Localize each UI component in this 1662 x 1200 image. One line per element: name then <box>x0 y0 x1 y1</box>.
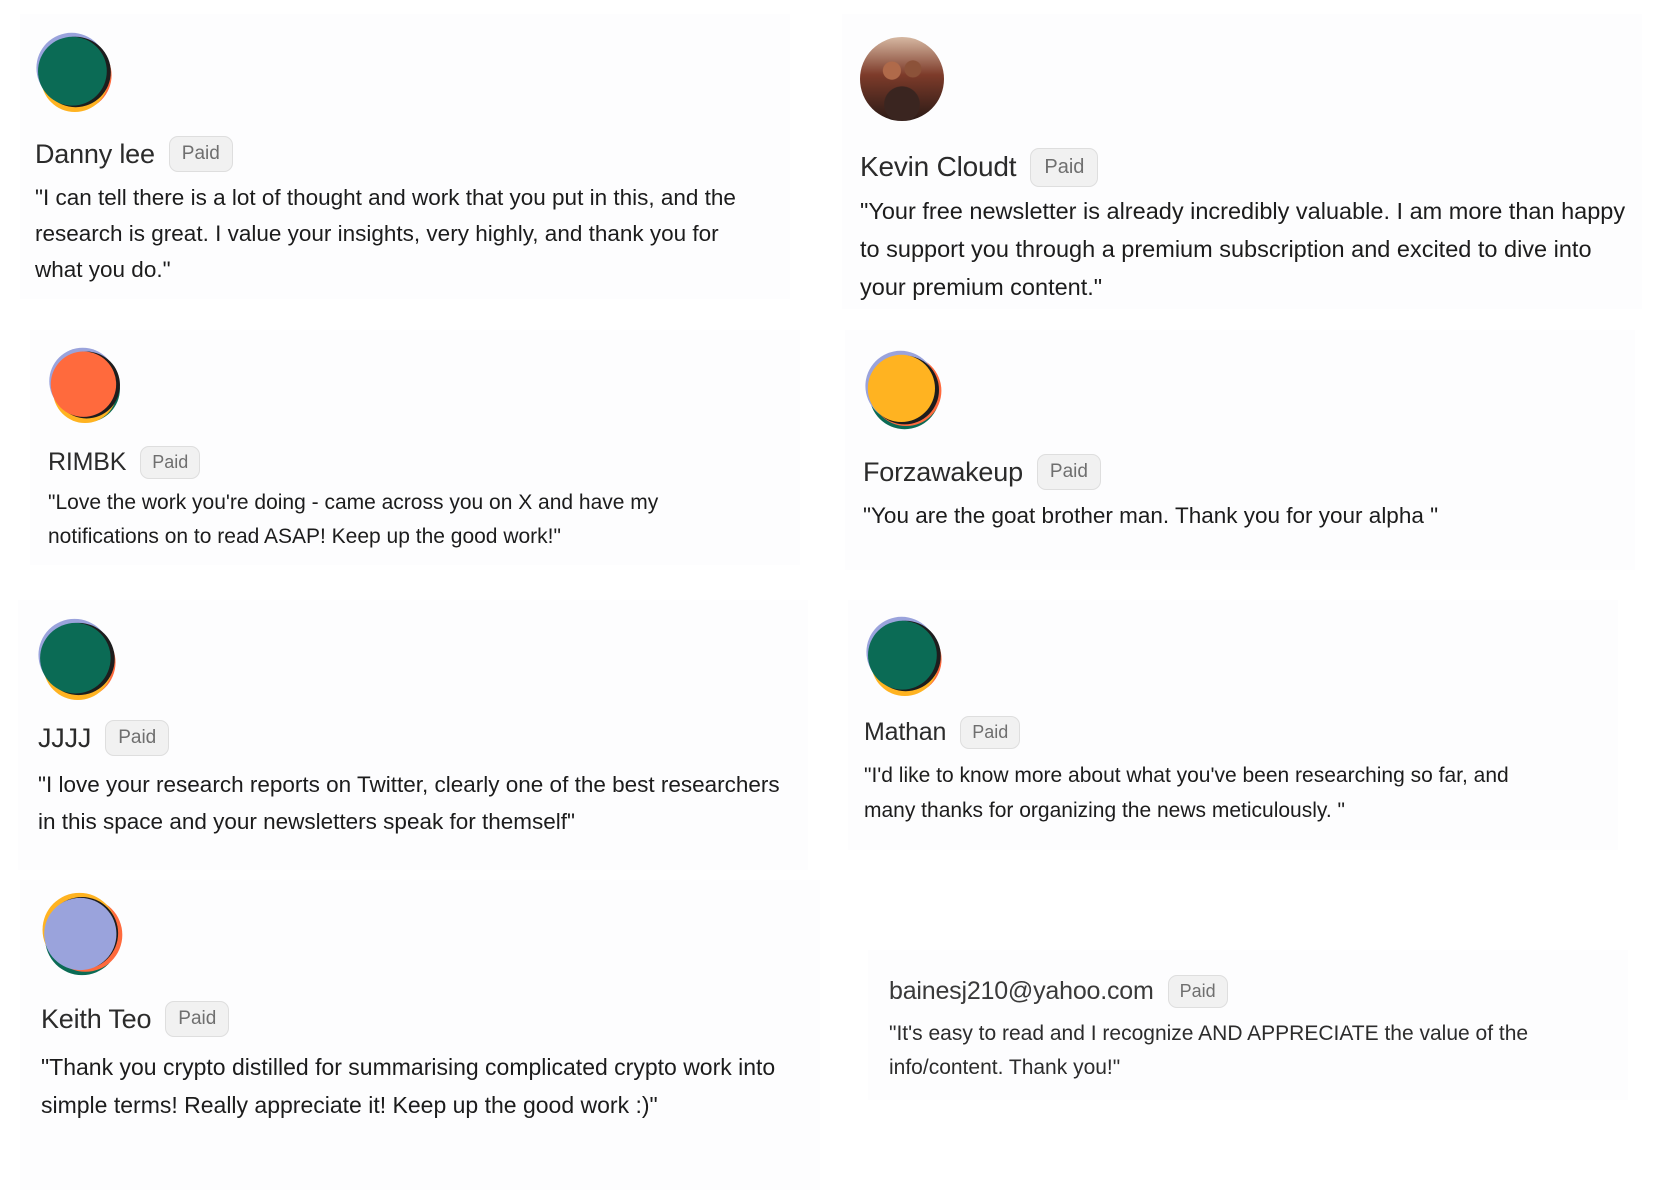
author-row: Mathan Paid <box>864 713 1021 751</box>
testimonial-card: Forzawakeup Paid "You are the goat broth… <box>845 330 1635 570</box>
paid-badge: Paid <box>1030 147 1099 187</box>
testimonial-quote: "You are the goat brother man. Thank you… <box>863 503 1439 528</box>
author-row: Danny lee Paid <box>35 134 233 174</box>
author-name: JJJJ <box>38 722 92 753</box>
testimonial-card: Danny lee Paid "I can tell there is a lo… <box>20 14 790 299</box>
author-email: bainesj210@yahoo.com <box>889 976 1154 1005</box>
testimonial-card: Keith Teo Paid "Thank you crypto distill… <box>20 880 820 1190</box>
yellow-green-logo-icon <box>863 350 943 430</box>
author-row: Keith Teo Paid <box>41 998 230 1040</box>
testimonial-quote: "It's easy to read and I recognize AND A… <box>889 1022 1529 1079</box>
lavender-orange-logo-icon <box>40 892 124 976</box>
author-row: Forzawakeup Paid <box>863 452 1101 492</box>
testimonial-quote: "I love your research reports on Twitter… <box>38 772 780 834</box>
paid-badge: Paid <box>960 715 1021 749</box>
testimonial-quote: "Love the work you're doing - came acros… <box>48 491 659 548</box>
orange-green-logo-icon <box>47 347 123 423</box>
testimonial-quote: "I can tell there is a lot of thought an… <box>35 185 736 282</box>
author-row: JJJJ Paid <box>38 718 170 758</box>
testimonial-card: bainesj210@yahoo.com Paid "It's easy to … <box>868 950 1628 1100</box>
author-name: Keith Teo <box>41 1003 152 1034</box>
green-orange-logo-icon <box>36 618 118 700</box>
testimonial-quote: "Thank you crypto distilled for summaris… <box>41 1054 776 1118</box>
author-row: Kevin Cloudt Paid <box>860 145 1099 189</box>
testimonial-quote: "I'd like to know more about what you've… <box>864 764 1509 822</box>
author-name: Mathan <box>864 717 947 746</box>
paid-badge: Paid <box>165 1001 230 1037</box>
paid-badge: Paid <box>168 136 233 172</box>
author-name: Danny lee <box>35 138 155 169</box>
paid-badge: Paid <box>1036 454 1101 490</box>
author-row: bainesj210@yahoo.com Paid <box>889 972 1228 1010</box>
author-name: Forzawakeup <box>863 456 1023 487</box>
green-orange-logo-icon <box>864 616 944 696</box>
paid-badge: Paid <box>140 445 201 479</box>
testimonial-card: Mathan Paid "I'd like to know more about… <box>848 600 1618 850</box>
author-name: Kevin Cloudt <box>860 151 1017 182</box>
author-row: RIMBK Paid <box>48 443 201 481</box>
green-orange-logo-icon <box>34 32 114 112</box>
testimonial-quote: "Your free newsletter is already incredi… <box>860 198 1626 300</box>
paid-badge: Paid <box>1167 974 1228 1008</box>
testimonial-card: Kevin Cloudt Paid "Your free newsletter … <box>842 14 1642 309</box>
testimonial-card: RIMBK Paid "Love the work you're doing -… <box>30 330 800 565</box>
paid-badge: Paid <box>105 720 170 756</box>
author-name: RIMBK <box>48 447 127 476</box>
testimonial-card: JJJJ Paid "I love your research reports … <box>18 600 808 870</box>
user-avatar-photo <box>860 37 944 121</box>
